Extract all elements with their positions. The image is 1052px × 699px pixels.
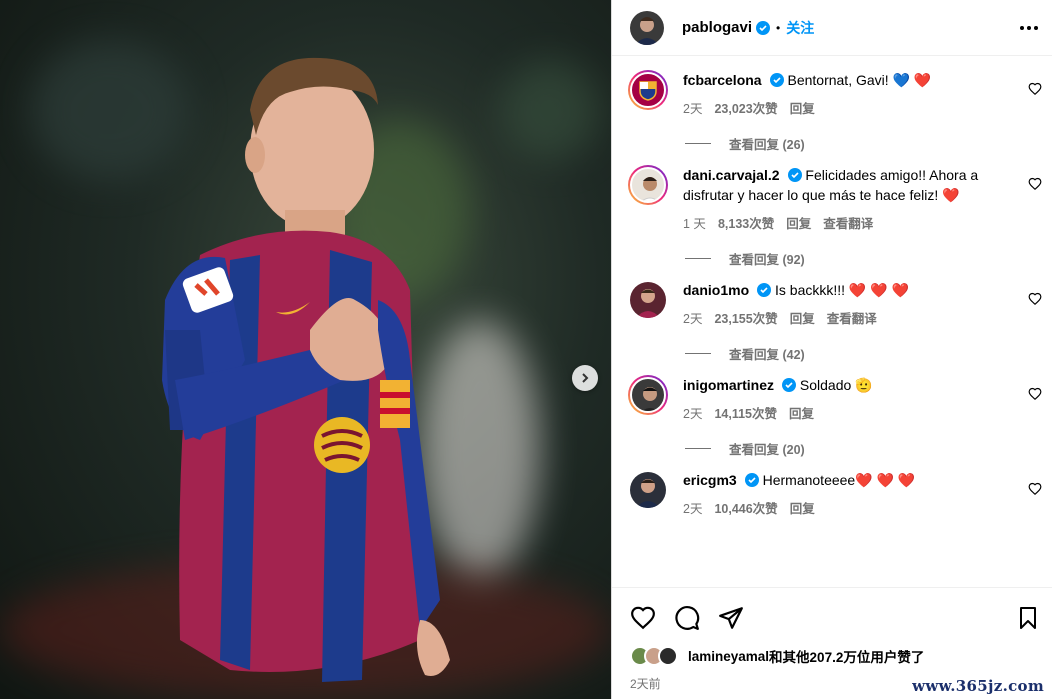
post-side-panel: pablogavi • 关注 fcbarcelona Bentornat, Ga… <box>611 0 1052 699</box>
comment-text: Soldado 🫡 <box>799 377 873 393</box>
post-header: pablogavi • 关注 <box>612 0 1052 56</box>
comment-text: Hermanoteeee❤️ ❤️ ❤️ <box>762 472 916 488</box>
comment-item: dani.carvajal.2 Felicidades amigo!! Ahor… <box>612 151 1052 232</box>
like-post-icon[interactable] <box>630 605 656 631</box>
comment-username[interactable]: inigomartinez <box>683 377 774 393</box>
person-photo-icon <box>636 479 660 508</box>
likes-count-text[interactable]: 和其他207.2万位用户赞了 <box>769 646 924 666</box>
reply-button[interactable]: 回复 <box>789 403 814 422</box>
reply-button[interactable]: 回复 <box>786 213 811 232</box>
see-translation-button[interactable]: 查看翻译 <box>823 213 873 232</box>
author-username[interactable]: pablogavi <box>682 19 752 36</box>
verified-badge-icon <box>769 73 784 87</box>
comment-username[interactable]: ericgm3 <box>683 472 737 488</box>
heart-icon[interactable] <box>1028 177 1042 191</box>
view-replies-button[interactable]: 查看回复 (92) <box>685 250 1052 267</box>
chevron-right-icon <box>582 373 589 383</box>
comments-list[interactable]: fcbarcelona Bentornat, Gavi! 💙 ❤️ 2天 23,… <box>612 56 1052 586</box>
comment-item: fcbarcelona Bentornat, Gavi! 💙 ❤️ 2天 23,… <box>612 56 1052 117</box>
verified-badge-icon <box>757 283 772 297</box>
instagram-post-modal: pablogavi • 关注 fcbarcelona Bentornat, Ga… <box>0 0 1052 699</box>
more-options-icon[interactable] <box>1020 25 1038 30</box>
author-avatar[interactable] <box>630 10 664 45</box>
heart-icon[interactable] <box>1028 82 1042 96</box>
commenter-avatar[interactable] <box>628 70 668 110</box>
post-actions-bar <box>612 587 1052 647</box>
separator-dot: • <box>776 20 781 35</box>
fcb-crest-icon <box>639 81 657 101</box>
person-photo-icon <box>641 177 659 201</box>
comment-item: danio1mo Is backkk!!! ❤️ ❤️ ❤️ 2天 23,155… <box>612 266 1052 327</box>
comment-text: Bentornat, Gavi! 💙 ❤️ <box>787 72 932 88</box>
comment-username[interactable]: fcbarcelona <box>683 72 762 88</box>
comment-username[interactable]: danio1mo <box>683 282 749 298</box>
follow-button[interactable]: 关注 <box>786 18 814 38</box>
comment-like-count[interactable]: 14,115次赞 <box>714 403 777 422</box>
heart-icon[interactable] <box>1028 292 1042 306</box>
comment-item: ericgm3 Hermanoteeee❤️ ❤️ ❤️ 2天 10,446次赞… <box>612 456 1052 517</box>
comment-username[interactable]: dani.carvajal.2 <box>683 167 780 183</box>
share-icon[interactable] <box>718 605 744 631</box>
reply-button[interactable]: 回复 <box>790 308 815 327</box>
commenter-avatar[interactable] <box>628 165 668 205</box>
commenter-avatar[interactable] <box>628 375 668 415</box>
liker-username[interactable]: lamineyamal <box>688 649 769 664</box>
comment-time[interactable]: 2天 <box>683 403 702 422</box>
heart-icon[interactable] <box>1028 482 1042 496</box>
person-photo-icon <box>636 289 660 318</box>
view-replies-button[interactable]: 查看回复 (26) <box>685 135 1052 152</box>
person-photo-icon <box>642 387 658 411</box>
next-photo-button[interactable] <box>572 365 598 391</box>
verified-badge-icon <box>787 168 802 182</box>
reply-button[interactable]: 回复 <box>790 98 815 117</box>
comment-like-count[interactable]: 23,023次赞 <box>714 98 777 117</box>
verified-badge-icon <box>756 20 771 35</box>
view-replies-button[interactable]: 查看回复 (42) <box>685 345 1052 362</box>
view-replies-button[interactable]: 查看回复 (20) <box>685 440 1052 457</box>
likes-summary[interactable]: lamineyamal 和其他207.2万位用户赞了 <box>630 646 924 666</box>
comment-time[interactable]: 2天 <box>683 308 702 327</box>
heart-icon[interactable] <box>1028 387 1042 401</box>
player-illustration <box>162 57 450 682</box>
bookmark-icon[interactable] <box>1016 605 1040 631</box>
comment-time[interactable]: 2天 <box>683 498 702 517</box>
comment-like-count[interactable]: 23,155次赞 <box>714 308 777 327</box>
reply-button[interactable]: 回复 <box>790 498 815 517</box>
comment-time[interactable]: 1 天 <box>683 213 706 232</box>
comment-like-count[interactable]: 10,446次赞 <box>714 498 777 517</box>
post-photo[interactable] <box>0 0 611 699</box>
comment-icon[interactable] <box>674 605 700 631</box>
commenter-avatar[interactable] <box>630 282 666 318</box>
comment-time[interactable]: 2天 <box>683 98 702 117</box>
site-watermark: www.365jz.com <box>910 677 1046 695</box>
liker-avatar <box>658 646 678 666</box>
verified-badge-icon <box>744 473 759 487</box>
verified-badge-icon <box>782 378 797 392</box>
comment-like-count[interactable]: 8,133次赞 <box>718 213 774 232</box>
comment-item: inigomartinez Soldado 🫡 2天 14,115次赞 回复 <box>612 361 1052 422</box>
see-translation-button[interactable]: 查看翻译 <box>827 308 877 327</box>
liker-avatars <box>630 646 684 666</box>
post-date[interactable]: 2天前 <box>630 675 661 692</box>
comment-text: Is backkk!!! ❤️ ❤️ ❤️ <box>775 282 909 298</box>
commenter-avatar[interactable] <box>630 472 666 508</box>
author-photo-icon <box>635 16 659 45</box>
